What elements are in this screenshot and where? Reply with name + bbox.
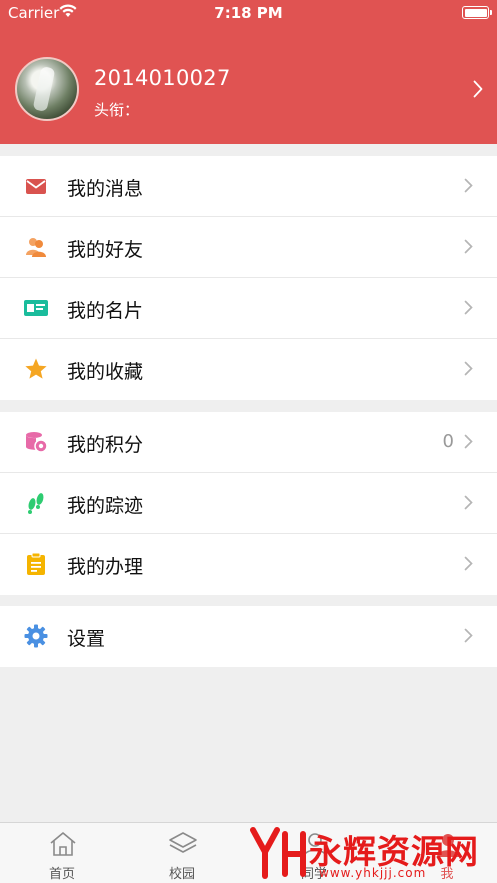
chevron-right-icon (464, 434, 473, 453)
menu-item-messages[interactable]: 我的消息 (0, 156, 497, 217)
watermark-logo (250, 827, 306, 879)
tab-campus[interactable]: 校园 (120, 823, 244, 883)
user-id: 2014010027 (94, 66, 231, 90)
menu-item-label: 我的消息 (67, 178, 144, 200)
footprints-icon (24, 491, 48, 515)
coins-icon (24, 430, 48, 454)
watermark: 永辉资源网 www.yhkjjj.com (245, 824, 497, 883)
menu-item-footprints[interactable]: 我的踪迹 (0, 473, 497, 534)
menu-item-label: 设置 (67, 628, 106, 650)
menu-item-label: 我的办理 (67, 556, 144, 578)
avatar[interactable] (15, 57, 79, 121)
menu-item-label: 我的好友 (67, 239, 144, 261)
watermark-url: www.yhkjjj.com (319, 866, 427, 880)
menu-item-friends[interactable]: 我的好友 (0, 217, 497, 278)
menu-item-settings[interactable]: 设置 (0, 606, 497, 667)
menu-group-settings: 设置 (0, 606, 497, 667)
chevron-right-icon (464, 178, 473, 197)
friends-icon (24, 235, 48, 259)
chevron-right-icon (464, 556, 473, 575)
tab-label: 首页 (48, 867, 75, 882)
menu-item-business-card[interactable]: 我的名片 (0, 278, 497, 339)
status-bar: Carrier 7:18 PM (0, 0, 497, 26)
chevron-right-icon (464, 361, 473, 380)
menu-item-label: 我的收藏 (67, 361, 144, 383)
battery-icon (462, 6, 492, 19)
mail-icon (24, 174, 48, 198)
chevron-right-icon (464, 495, 473, 514)
layers-icon (168, 830, 198, 858)
menu-group-personal: 我的消息 我的好友 我的名片 我的收藏 (0, 156, 497, 400)
profile-header[interactable]: Carrier 7:18 PM 2014010027 头衔： (0, 0, 497, 144)
points-value: 0 (442, 431, 454, 452)
chevron-right-icon[interactable] (473, 80, 483, 102)
user-title-label: 头衔： (94, 101, 140, 119)
menu-item-label: 我的积分 (67, 434, 144, 456)
gear-icon (24, 624, 48, 648)
menu-item-favorites[interactable]: 我的收藏 (0, 339, 497, 400)
card-icon (24, 296, 48, 320)
chevron-right-icon (464, 628, 473, 647)
chevron-right-icon (464, 300, 473, 319)
menu-item-points[interactable]: 我的积分 0 (0, 412, 497, 473)
clock: 7:18 PM (214, 4, 283, 22)
star-icon (24, 357, 48, 381)
menu-item-label: 我的踪迹 (67, 495, 144, 517)
menu-item-label: 我的名片 (67, 300, 144, 322)
clipboard-icon (24, 552, 48, 576)
tab-label: 校园 (168, 867, 195, 882)
home-icon (48, 830, 78, 858)
menu-item-handling[interactable]: 我的办理 (0, 534, 497, 595)
tab-home[interactable]: 首页 (0, 823, 124, 883)
menu-group-activity: 我的积分 0 我的踪迹 我的办理 (0, 412, 497, 595)
chevron-right-icon (464, 239, 473, 258)
